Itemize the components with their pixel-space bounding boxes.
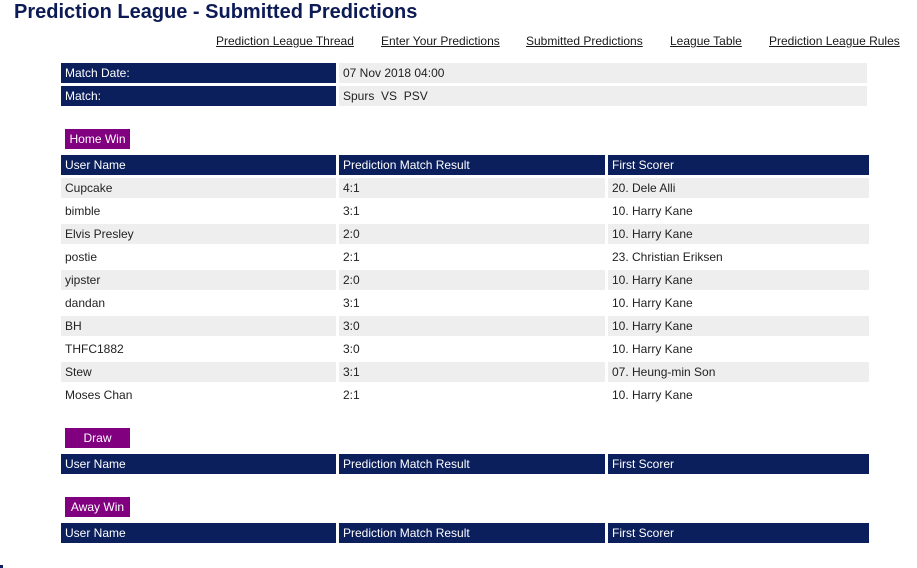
table-row: dandan 3:1 10. Harry Kane: [61, 293, 869, 316]
first-scorer-cell: 10. Harry Kane: [608, 270, 869, 293]
user-name-cell: postie: [61, 247, 339, 270]
match-date-row: Match Date: 07 Nov 2018 04:00: [61, 63, 867, 86]
first-scorer-cell: 10. Harry Kane: [608, 316, 869, 339]
nav-link-enter-your-predictions[interactable]: Enter Your Predictions: [381, 33, 500, 49]
user-name-cell: Elvis Presley: [61, 224, 339, 247]
user-name-cell: Moses Chan: [61, 385, 339, 405]
table-row: Moses Chan 2:1 10. Harry Kane: [61, 385, 869, 405]
table-row: BH 3:0 10. Harry Kane: [61, 316, 869, 339]
table-row: postie 2:1 23. Christian Eriksen: [61, 247, 869, 270]
first-scorer-cell: 10. Harry Kane: [608, 339, 869, 362]
away-win-table: User Name Prediction Match Result First …: [61, 523, 869, 543]
column-header-first-scorer: First Scorer: [608, 155, 869, 178]
first-scorer-cell: 23. Christian Eriksen: [608, 247, 869, 270]
user-name-cell: Stew: [61, 362, 339, 385]
user-name-cell: yipster: [61, 270, 339, 293]
match-info-table: Match Date: 07 Nov 2018 04:00 Match: Spu…: [61, 63, 867, 106]
prediction-result-cell: 3:1: [339, 293, 608, 316]
prediction-result-cell: 3:0: [339, 316, 608, 339]
first-scorer-cell: 10. Harry Kane: [608, 224, 869, 247]
table-row: Stew 3:1 07. Heung-min Son: [61, 362, 869, 385]
table-row: Elvis Presley 2:0 10. Harry Kane: [61, 224, 869, 247]
match-date-label: Match Date:: [61, 63, 339, 86]
match-value: Spurs VS PSV: [339, 86, 867, 106]
user-name-cell: dandan: [61, 293, 339, 316]
first-scorer-cell: 10. Harry Kane: [608, 201, 869, 224]
column-header-prediction-result: Prediction Match Result: [339, 454, 608, 474]
column-header-user-name: User Name: [61, 454, 339, 474]
table-header-row: User Name Prediction Match Result First …: [61, 155, 869, 178]
prediction-result-cell: 2:0: [339, 270, 608, 293]
match-date-value: 07 Nov 2018 04:00: [339, 63, 867, 86]
table-row: Cupcake 4:1 20. Dele Alli: [61, 178, 869, 201]
draw-badge: Draw: [65, 428, 130, 448]
match-label: Match:: [61, 86, 339, 106]
draw-table: User Name Prediction Match Result First …: [61, 454, 869, 474]
first-scorer-cell: 07. Heung-min Son: [608, 362, 869, 385]
page-title: Prediction League - Submitted Prediction…: [14, 1, 418, 23]
match-row: Match: Spurs VS PSV: [61, 86, 867, 106]
away-win-badge: Away Win: [65, 497, 130, 517]
column-header-user-name: User Name: [61, 155, 339, 178]
home-win-table: User Name Prediction Match Result First …: [61, 155, 869, 405]
user-name-cell: BH: [61, 316, 339, 339]
user-name-cell: bimble: [61, 201, 339, 224]
nav-link-submitted-predictions[interactable]: Submitted Predictions: [526, 33, 643, 49]
prediction-result-cell: 2:0: [339, 224, 608, 247]
column-header-prediction-result: Prediction Match Result: [339, 523, 608, 543]
top-nav: Prediction League Thread Enter Your Pred…: [0, 33, 917, 49]
table-header-row: User Name Prediction Match Result First …: [61, 523, 869, 543]
nav-link-prediction-league-rules[interactable]: Prediction League Rules: [769, 33, 900, 49]
prediction-result-cell: 3:1: [339, 201, 608, 224]
column-header-user-name: User Name: [61, 523, 339, 543]
nav-link-prediction-league-thread[interactable]: Prediction League Thread: [216, 33, 354, 49]
table-header-row: User Name Prediction Match Result First …: [61, 454, 869, 474]
table-row: THFC1882 3:0 10. Harry Kane: [61, 339, 869, 362]
user-name-cell: THFC1882: [61, 339, 339, 362]
first-scorer-cell: 20. Dele Alli: [608, 178, 869, 201]
column-header-prediction-result: Prediction Match Result: [339, 155, 608, 178]
home-win-badge: Home Win: [65, 129, 130, 149]
table-row: yipster 2:0 10. Harry Kane: [61, 270, 869, 293]
column-header-first-scorer: First Scorer: [608, 454, 869, 474]
first-scorer-cell: 10. Harry Kane: [608, 385, 869, 405]
column-header-first-scorer: First Scorer: [608, 523, 869, 543]
prediction-result-cell: 2:1: [339, 247, 608, 270]
prediction-result-cell: 3:0: [339, 339, 608, 362]
nav-link-league-table[interactable]: League Table: [670, 33, 742, 49]
prediction-result-cell: 2:1: [339, 385, 608, 405]
table-row: bimble 3:1 10. Harry Kane: [61, 201, 869, 224]
first-scorer-cell: 10. Harry Kane: [608, 293, 869, 316]
user-name-cell: Cupcake: [61, 178, 339, 201]
prediction-result-cell: 3:1: [339, 362, 608, 385]
prediction-result-cell: 4:1: [339, 178, 608, 201]
